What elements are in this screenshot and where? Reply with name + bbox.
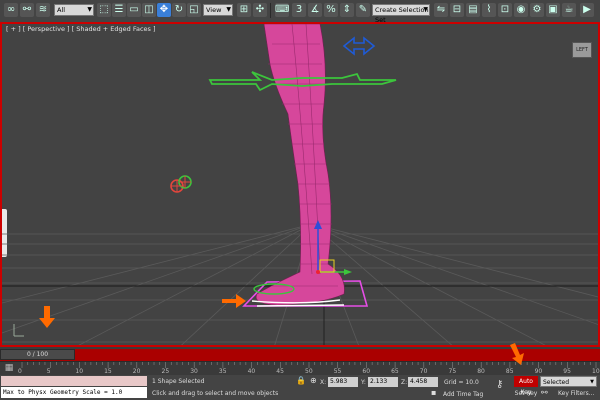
scene-canvas <box>2 24 598 345</box>
select-manipulate-icon[interactable]: ✣ <box>253 3 267 17</box>
tick-label: 60 <box>362 368 371 375</box>
maxscript-listener-input[interactable] <box>1 376 147 386</box>
y-coordinate-field[interactable]: 2.133 <box>368 377 398 387</box>
chevron-down-icon: ▼ <box>423 6 428 13</box>
perspective-viewport[interactable]: [ + ] [ Perspective ] [ Shaded + Edged F… <box>0 22 600 347</box>
render-setup-icon[interactable]: ⚙ <box>530 3 544 17</box>
view-cube[interactable]: LEFT <box>572 42 592 58</box>
rendered-frame-icon[interactable]: ▣ <box>546 3 560 17</box>
leg-mesh <box>255 24 345 306</box>
tick-label: 70 <box>419 368 428 375</box>
x-coordinate-field[interactable]: 5.983 <box>328 377 358 387</box>
z-label: Z: <box>401 379 408 386</box>
maxscript-listener-output[interactable]: Max to Physx Geometry Scale = 1.0 <box>1 387 147 398</box>
key-filter-icon[interactable]: ⚯ <box>541 388 548 397</box>
link-icon[interactable]: ∞ <box>4 3 18 17</box>
render-icon[interactable]: ☕ <box>562 3 576 17</box>
pivot-icon[interactable]: ⊞ <box>237 3 251 17</box>
tick-label: 15 <box>104 368 112 375</box>
percent-snap-icon[interactable]: % <box>324 3 338 17</box>
main-toolbar: ∞ ⚯ ≋ All ▼ ⬚ ☰ ▭ ◫ ✥ ↻ ◱ View ▼ ⊞ ✣ ⌨ 3 ∡… <box>0 0 600 24</box>
layer-icon[interactable]: ▤ <box>466 3 480 17</box>
bind-spacewarp-icon[interactable]: ≋ <box>36 3 50 17</box>
gizmo-center <box>316 270 320 274</box>
tick-label: 65 <box>391 368 399 375</box>
lock-selection-icon[interactable]: 🔒 <box>296 376 306 385</box>
select-rotate-icon[interactable]: ↻ <box>172 3 186 17</box>
tick-label: 95 <box>563 368 571 375</box>
tick-label: 30 <box>190 368 198 375</box>
chevron-down-icon: ▼ <box>590 379 594 385</box>
absolute-mode-icon[interactable]: ⊕ <box>310 376 317 385</box>
select-by-name-icon[interactable]: ☰ <box>112 3 126 17</box>
grid-size: Grid = 10.0 <box>444 379 479 386</box>
tick-label: 45 <box>276 368 284 375</box>
spinner-snap-icon[interactable]: ⇕ <box>340 3 354 17</box>
unlink-icon[interactable]: ⚯ <box>20 3 34 17</box>
status-bar: Max to Physx Geometry Scale = 1.0 1 Shap… <box>0 375 600 400</box>
select-scale-icon[interactable]: ◱ <box>187 3 201 17</box>
window-crossing-icon[interactable]: ◫ <box>142 3 156 17</box>
select-move-icon[interactable]: ✥ <box>157 3 171 17</box>
key-icon[interactable]: ⚷ <box>496 379 503 390</box>
tick-label: 5 <box>46 368 51 375</box>
graph-editors-icon[interactable]: ⌇ <box>482 3 496 17</box>
selection-filter-dropdown[interactable]: All ▼ <box>54 4 94 16</box>
tick-label: 55 <box>333 368 342 375</box>
z-coordinate-field[interactable]: 4.458 <box>408 377 438 387</box>
align-icon[interactable]: ⊟ <box>450 3 464 17</box>
snaps-icon[interactable]: 3 <box>292 3 306 17</box>
annotation-arrow-timeline <box>39 306 55 328</box>
material-editor-icon[interactable]: ◉ <box>514 3 528 17</box>
foot-outline-bottom <box>256 304 345 307</box>
tick-label: 35 <box>218 368 227 375</box>
selection-info: 1 Shape Selected <box>152 378 205 385</box>
time-tag-icon[interactable]: ▪ <box>431 388 436 397</box>
mirror-icon[interactable]: ⇋ <box>434 3 448 17</box>
tick-label: 85 <box>505 368 514 375</box>
auto-key-button[interactable]: Auto Key <box>514 376 538 396</box>
chevron-down-icon: ▼ <box>87 6 92 13</box>
keyboard-shortcut-icon[interactable]: ⌨ <box>275 3 289 17</box>
toolbar-divider <box>270 3 271 18</box>
prompt-line: Click and drag to select and move object… <box>152 390 279 397</box>
edit-named-sets-icon[interactable]: ✎ <box>356 3 370 17</box>
tick-label: 90 <box>534 368 543 375</box>
y-label: Y: <box>361 379 366 386</box>
tick-label: 10 <box>75 368 84 375</box>
tick-label: 100 <box>592 368 600 375</box>
tick-label: 75 <box>448 368 457 375</box>
annotation-arrow-autokey <box>510 343 524 365</box>
render-production-icon[interactable]: ▶ <box>580 3 594 17</box>
tick-label: 0 <box>18 368 22 375</box>
chevron-down-icon: ▼ <box>226 6 231 13</box>
tick-label: 20 <box>132 368 141 375</box>
key-mode-dropdown[interactable]: Selected ▼ <box>540 376 597 387</box>
reference-coord-dropdown[interactable]: View ▼ <box>203 4 233 16</box>
gizmo-x-arrow <box>344 269 352 275</box>
tick-label: 80 <box>477 368 485 375</box>
tick-label: 25 <box>161 368 170 375</box>
viewport-label[interactable]: [ + ] [ Perspective ] [ Shaded + Edged F… <box>6 25 156 33</box>
angle-snap-icon[interactable]: ∡ <box>308 3 322 17</box>
x-label: X: <box>320 379 327 386</box>
schematic-view-icon[interactable]: ⊡ <box>498 3 512 17</box>
tick-label: 40 <box>247 368 256 375</box>
time-slider-thumb[interactable]: 0 / 100 <box>0 349 75 360</box>
add-time-tag[interactable]: Add Time Tag <box>443 391 483 398</box>
key-filters-button[interactable]: Key Filters... <box>558 388 595 399</box>
rect-selection-icon[interactable]: ▭ <box>127 3 141 17</box>
set-key-button[interactable]: Set Key <box>514 388 538 399</box>
move-gizmo-icon <box>342 36 376 56</box>
tick-label: 50 <box>305 368 313 375</box>
select-object-icon[interactable]: ⬚ <box>97 3 111 17</box>
named-selection-dropdown[interactable]: Create Selection Set ▼ <box>372 4 430 24</box>
